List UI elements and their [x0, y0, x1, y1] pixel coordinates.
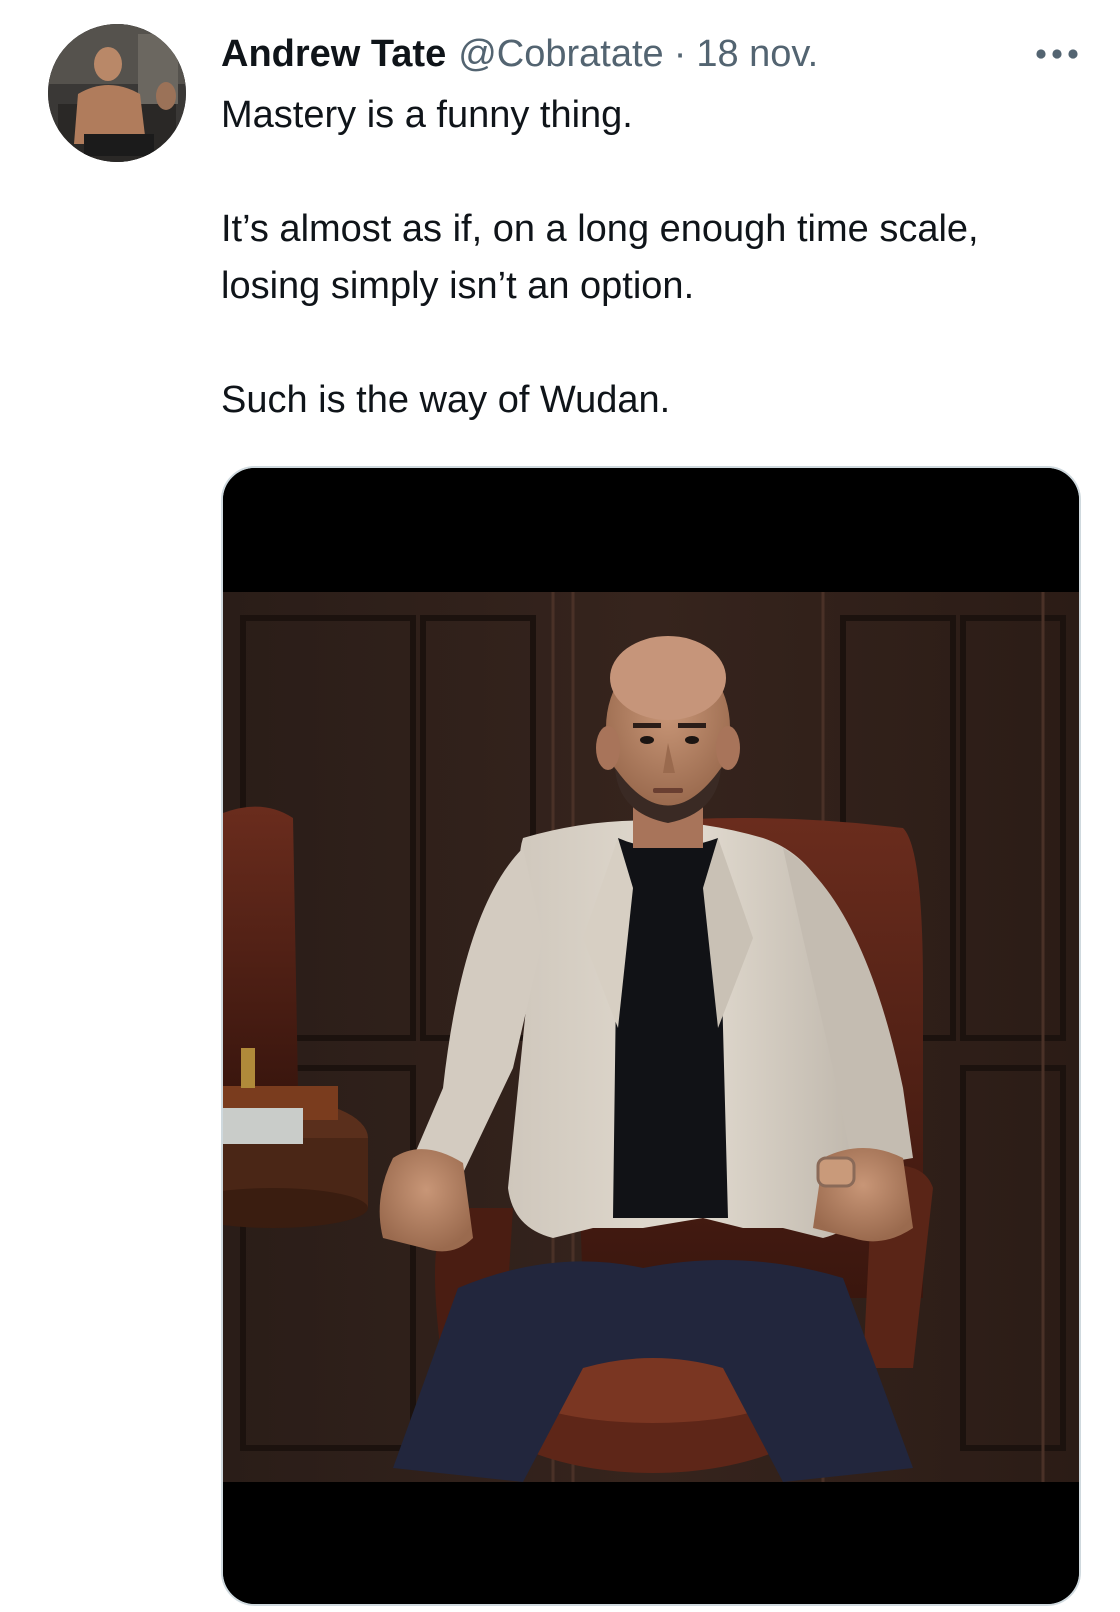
- more-options-button[interactable]: [1032, 34, 1082, 74]
- author-avatar[interactable]: [48, 24, 186, 162]
- header-separator: ·: [673, 33, 687, 75]
- tweet-header: Andrew Tate @Cobratate · 18 nov.: [221, 26, 818, 82]
- author-handle[interactable]: @Cobratate: [458, 26, 663, 82]
- tweet-paragraph: Mastery is a funny thing.: [221, 94, 633, 136]
- profile-photo: [48, 24, 186, 162]
- tweet-photo: [223, 468, 1079, 1604]
- author-display-name[interactable]: Andrew Tate: [221, 26, 446, 82]
- more-horizontal-icon: [1036, 49, 1078, 59]
- tweet-paragraph: Such is the way of Wudan.: [221, 379, 671, 421]
- tweet-paragraph: It’s almost as if, on a long enough time…: [221, 208, 979, 307]
- tweet-date[interactable]: 18 nov.: [696, 26, 818, 82]
- tweet-text: Mastery is a funny thing. It’s almost as…: [221, 87, 1081, 429]
- tweet-media[interactable]: [221, 466, 1081, 1606]
